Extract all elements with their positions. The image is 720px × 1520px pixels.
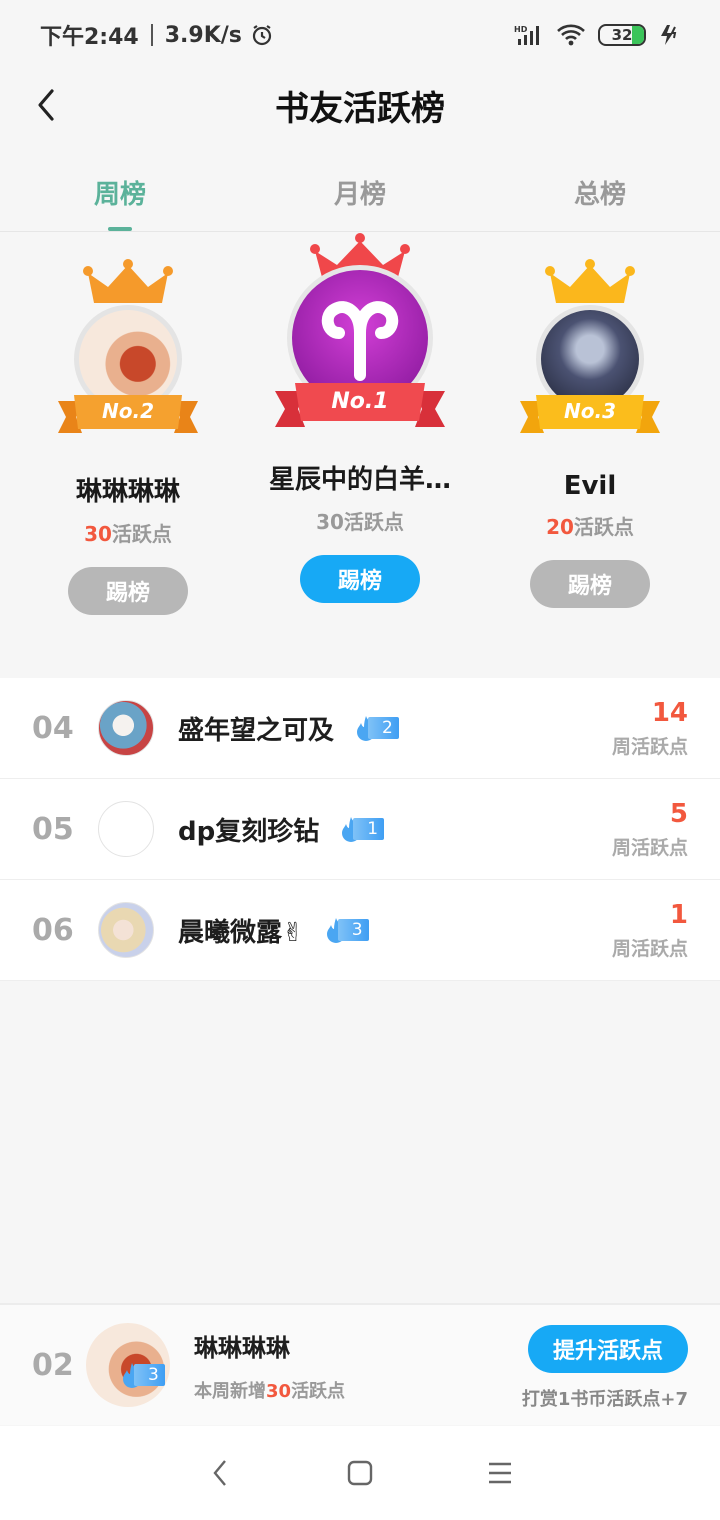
reward-hint: 打赏1书币活跃点+7 bbox=[521, 1389, 688, 1410]
rank-list: 04 盛年望之可及 2 14 周活跃点 05 dp复刻珍钻 1 5 周活跃点 0… bbox=[0, 678, 720, 981]
podium-third: No.3 Evil 20活跃点 踢榜 bbox=[470, 233, 710, 608]
name-third: Evil bbox=[563, 471, 617, 501]
status-speed: 3.9K/s bbox=[164, 22, 242, 48]
points-value-first: 30 bbox=[316, 510, 344, 534]
crown-gold-icon bbox=[545, 259, 635, 303]
status-time: 下午2:44 bbox=[40, 25, 139, 50]
nav-back-icon bbox=[213, 1460, 226, 1486]
points-suffix-first: 活跃点 bbox=[343, 510, 404, 534]
list-rank: 06 bbox=[32, 912, 74, 948]
my-weekly-gain: 本周新增30活跃点 bbox=[194, 1377, 345, 1403]
nav-back-button[interactable] bbox=[190, 1443, 250, 1503]
score-value: 5 bbox=[669, 798, 688, 829]
rank-badge-second: No.2 bbox=[102, 399, 154, 423]
my-info: 琳琳琳琳 本周新增30活跃点 bbox=[194, 1328, 345, 1403]
list-name: 晨曦微露✌ bbox=[178, 917, 304, 948]
fire-level-badge: 1 bbox=[339, 817, 385, 842]
fire-level: 1 bbox=[353, 818, 385, 840]
my-fire-level-badge: 3 bbox=[120, 1363, 165, 1388]
my-rank-bar: 02 3 琳琳琳琳 本周新增30活跃点 提升活跃点 打赏1书币活跃点+7 bbox=[0, 1303, 720, 1425]
app-header: 书友活跃榜 bbox=[0, 70, 720, 140]
my-sub-prefix: 本周新增 bbox=[194, 1380, 266, 1402]
name-second: 琳琳琳琳 bbox=[75, 477, 180, 507]
status-right: HD 32 bbox=[514, 23, 680, 47]
crown-orange-icon bbox=[83, 259, 173, 303]
my-fire-level: 3 bbox=[134, 1364, 165, 1386]
my-actions: 提升活跃点 打赏1书币活跃点+7 bbox=[522, 1325, 688, 1411]
score-label: 周活跃点 bbox=[611, 836, 688, 859]
points-third: 20活跃点 bbox=[546, 511, 634, 540]
nav-menu-button[interactable] bbox=[470, 1443, 530, 1503]
score-label: 周活跃点 bbox=[611, 735, 688, 758]
kick-button-first[interactable]: 踢榜 bbox=[300, 555, 420, 603]
avatar-first-wrap: No.1 bbox=[275, 233, 445, 445]
score-label: 周活跃点 bbox=[611, 937, 688, 960]
my-sub-suffix: 活跃点 bbox=[291, 1380, 346, 1402]
wifi-icon bbox=[557, 24, 585, 46]
my-sub-num: 30 bbox=[266, 1380, 292, 1402]
list-name: 盛年望之可及 bbox=[178, 715, 335, 746]
system-nav-bar bbox=[0, 1426, 720, 1520]
battery-level: 32 bbox=[611, 26, 633, 44]
status-separator bbox=[150, 24, 153, 46]
rank-badge-third: No.3 bbox=[564, 399, 616, 423]
score-value: 1 bbox=[669, 899, 688, 930]
fire-level-badge: 2 bbox=[354, 716, 399, 741]
fire-level-badge: 3 bbox=[324, 918, 369, 943]
score-value: 14 bbox=[651, 697, 688, 728]
list-score: 1 周活跃点 bbox=[612, 900, 688, 961]
avatar-third-wrap: No.3 bbox=[520, 259, 660, 445]
name-first: 星辰中的白羊… bbox=[268, 465, 451, 495]
boost-activity-button[interactable]: 提升活跃点 bbox=[528, 1325, 688, 1373]
points-suffix-third: 活跃点 bbox=[573, 515, 634, 539]
back-button[interactable] bbox=[24, 80, 68, 130]
signal-icon: HD bbox=[514, 25, 539, 45]
points-suffix-second: 活跃点 bbox=[111, 522, 172, 546]
list-item[interactable]: 05 dp复刻珍钻 1 5 周活跃点 bbox=[0, 779, 720, 880]
points-value-second: 30 bbox=[84, 522, 112, 546]
alarm-icon bbox=[252, 25, 271, 46]
battery-icon: 32 bbox=[598, 24, 646, 46]
svg-text:HD: HD bbox=[514, 25, 528, 34]
list-item[interactable]: 04 盛年望之可及 2 14 周活跃点 bbox=[0, 678, 720, 779]
nav-home-button[interactable] bbox=[330, 1443, 390, 1503]
kick-button-third[interactable]: 踢榜 bbox=[530, 560, 650, 608]
avatar-second-wrap: No.2 bbox=[58, 259, 198, 445]
nav-home-icon bbox=[347, 1460, 373, 1486]
list-rank: 04 bbox=[32, 710, 74, 746]
kick-button-second[interactable]: 踢榜 bbox=[68, 567, 188, 615]
podium-first: No.1 星辰中的白羊… 30活跃点 踢榜 bbox=[240, 233, 480, 603]
status-left: 下午2:44 3.9K/s bbox=[40, 19, 274, 51]
my-name: 琳琳琳琳 bbox=[194, 1333, 290, 1362]
nav-menu-icon bbox=[489, 1462, 511, 1484]
list-rank: 05 bbox=[32, 811, 74, 847]
my-rank: 02 bbox=[32, 1347, 74, 1383]
list-name: dp复刻珍钻 bbox=[178, 816, 320, 847]
aries-symbol-icon bbox=[321, 301, 399, 381]
tab-monthly[interactable]: 月榜 bbox=[240, 158, 480, 231]
avatar[interactable] bbox=[98, 801, 154, 857]
avatar[interactable] bbox=[98, 902, 154, 958]
top-three-podium: No.2 琳琳琳琳 30活跃点 踢榜 No.1 星辰中的白羊… 30活跃点 踢榜… bbox=[0, 233, 720, 661]
list-score: 14 周活跃点 bbox=[612, 698, 688, 759]
rank-tabs: 周榜 月榜 总榜 bbox=[0, 158, 720, 232]
list-item[interactable]: 06 晨曦微露✌ 3 1 周活跃点 bbox=[0, 880, 720, 981]
chevron-left-icon bbox=[38, 89, 54, 121]
fire-level: 3 bbox=[337, 919, 369, 941]
charging-icon bbox=[661, 25, 677, 45]
podium-second: No.2 琳琳琳琳 30活跃点 踢榜 bbox=[8, 233, 248, 615]
points-second: 30活跃点 bbox=[84, 518, 172, 547]
rank-badge-first: No.1 bbox=[331, 389, 389, 414]
points-first: 30活跃点 bbox=[316, 506, 404, 535]
avatar[interactable] bbox=[98, 700, 154, 756]
tab-weekly[interactable]: 周榜 bbox=[0, 158, 240, 231]
page-title: 书友活跃榜 bbox=[275, 88, 445, 129]
tab-total[interactable]: 总榜 bbox=[480, 158, 720, 231]
status-bar: 下午2:44 3.9K/s HD 32 bbox=[0, 0, 720, 70]
list-score: 5 周活跃点 bbox=[612, 799, 688, 860]
points-value-third: 20 bbox=[546, 515, 574, 539]
fire-level: 2 bbox=[368, 717, 399, 739]
